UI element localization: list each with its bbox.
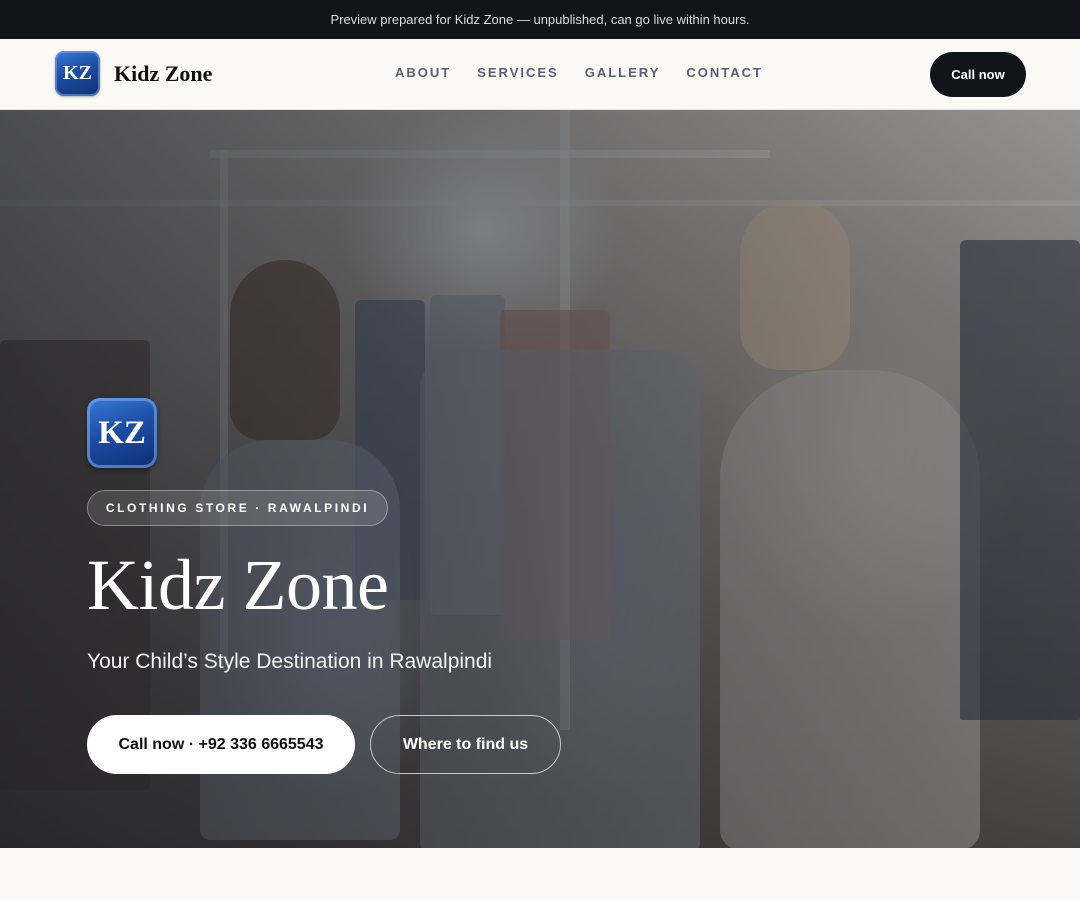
brand-logo: KZ [55,51,100,96]
site-header: KZ Kidz Zone ABOUT SERVICES GALLERY CONT… [0,39,1080,110]
preview-banner-text: Preview prepared for Kidz Zone — unpubli… [330,12,750,27]
hero-logo: KZ [87,398,157,468]
nav-link-contact[interactable]: CONTACT [686,65,763,80]
header-call-button[interactable]: Call now [930,52,1026,97]
nav-link-about[interactable]: ABOUT [395,65,451,80]
brand-name: Kidz Zone [114,60,213,86]
call-phone-button[interactable]: Call now · +92 336 6665543 [87,715,355,774]
hero-section: KZ CLOTHING STORE · RAWALPINDI Kidz Zone… [0,110,1080,848]
brand-link[interactable]: KZ Kidz Zone [55,51,212,96]
nav-link-services[interactable]: SERVICES [477,65,559,80]
category-tag: CLOTHING STORE · RAWALPINDI [87,490,388,526]
next-section [0,848,1080,900]
nav-link-gallery[interactable]: GALLERY [585,65,661,80]
preview-banner: Preview prepared for Kidz Zone — unpubli… [0,0,1080,39]
find-us-button[interactable]: Where to find us [370,715,561,774]
hero-title: Kidz Zone [87,545,389,625]
hero-content: KZ CLOTHING STORE · RAWALPINDI Kidz Zone… [87,398,561,774]
main-nav: ABOUT SERVICES GALLERY CONTACT [395,65,763,80]
hero-subtitle: Your Child’s Style Destination in Rawalp… [87,650,493,673]
